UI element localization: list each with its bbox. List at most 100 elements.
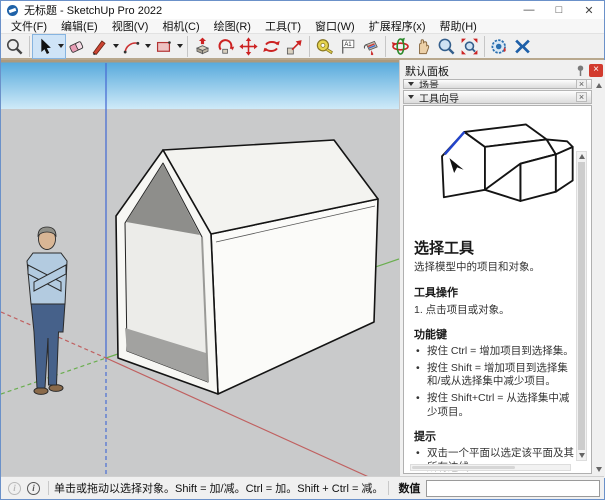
- search-icon: [5, 37, 24, 56]
- sketchup-logo-icon: [7, 5, 18, 16]
- rectangle-tool-dropdown[interactable]: [175, 35, 184, 58]
- instructor-horizontal-scrollbar[interactable]: [410, 464, 571, 471]
- menu-bar: 文件(F)编辑(E)视图(V)相机(C)绘图(R)工具(T)窗口(W)扩展程序(…: [1, 19, 604, 34]
- section-label: 工具向导: [419, 90, 459, 105]
- select-tool-button[interactable]: [33, 35, 65, 58]
- zoom-extents-icon: [460, 37, 479, 56]
- illus-right-wall: [520, 154, 555, 201]
- rotate-tool-button[interactable]: [260, 35, 283, 58]
- tips-heading: 提示: [414, 428, 575, 444]
- figure-left-foot: [34, 388, 48, 395]
- tray-section-scenes[interactable]: 场景 ×: [403, 79, 592, 89]
- push-pull-tool-button[interactable]: [191, 35, 214, 58]
- menu-item[interactable]: 文件(F): [5, 17, 53, 35]
- rectangle-tool-button[interactable]: [152, 35, 184, 58]
- tape-measure-tool-button[interactable]: [313, 35, 336, 58]
- follow-me-icon: [216, 37, 235, 56]
- select-arrow-icon: [35, 37, 54, 56]
- menu-item[interactable]: 视图(V): [106, 17, 155, 35]
- measurement-input[interactable]: [426, 480, 600, 497]
- pin-icon[interactable]: [575, 64, 586, 77]
- line-tool-button[interactable]: [88, 35, 120, 58]
- paint-bucket-tool-button[interactable]: [359, 35, 382, 58]
- figure-right-foot: [49, 385, 63, 392]
- orbit-icon: [391, 37, 410, 56]
- measurement-label: 数值: [398, 480, 420, 496]
- menu-item[interactable]: 扩展程序(x): [363, 17, 432, 35]
- scroll-up-icon[interactable]: [579, 154, 585, 159]
- section-label: 场景: [419, 79, 439, 89]
- instructor-illustration: [414, 114, 575, 235]
- menu-item[interactable]: 绘图(R): [208, 17, 257, 35]
- menu-item[interactable]: 工具(T): [259, 17, 307, 35]
- line-tool-dropdown[interactable]: [111, 35, 120, 58]
- pan-tool-button[interactable]: [412, 35, 435, 58]
- model-viewport[interactable]: [1, 60, 399, 478]
- default-tray-panel: 默认面板 × 场景 × 工具向导 ×: [399, 60, 605, 478]
- scrollbar-thumb[interactable]: [578, 162, 585, 450]
- text-icon: A1: [338, 37, 357, 56]
- toolbar-separator: [187, 36, 188, 57]
- menu-item[interactable]: 编辑(E): [55, 17, 104, 35]
- status-separator: [388, 481, 389, 495]
- tray-close-button[interactable]: ×: [589, 64, 603, 77]
- modifier-key-item: 按住 Shift = 增加项目到选择集和/或从选择集中减少项目。: [414, 362, 575, 389]
- trimble-connect-button[interactable]: [511, 35, 534, 58]
- toolbar-separator: [385, 36, 386, 57]
- sky: [1, 63, 399, 110]
- orbit-tool-button[interactable]: [389, 35, 412, 58]
- svg-text:A1: A1: [344, 42, 351, 48]
- tray-title-bar[interactable]: 默认面板 ×: [400, 60, 605, 79]
- toolbar-separator: [29, 36, 30, 57]
- operation-step: 1. 点击项目或对象。: [414, 302, 575, 317]
- status-bar: i i 单击或拖动以选择对象。Shift = 加/减。Ctrl = 加。Shif…: [1, 476, 604, 499]
- scale-icon: [285, 37, 304, 56]
- toolbar-separator: [309, 36, 310, 57]
- operation-heading: 工具操作: [414, 284, 575, 300]
- info-icon[interactable]: i: [27, 482, 40, 495]
- paint-bucket-icon: [361, 37, 380, 56]
- menu-item[interactable]: 相机(C): [156, 17, 205, 35]
- minimize-button[interactable]: —: [514, 1, 544, 19]
- select-tool-dropdown[interactable]: [56, 35, 65, 58]
- close-button[interactable]: ✕: [574, 1, 604, 19]
- maximize-button[interactable]: □: [544, 1, 574, 19]
- tray-scrollbar[interactable]: [593, 79, 605, 478]
- text-tool-button[interactable]: A1: [336, 35, 359, 58]
- viewport-top-edge: [1, 60, 399, 63]
- arc-tool-button[interactable]: [120, 35, 152, 58]
- pan-hand-icon: [414, 37, 433, 56]
- modifier-keys-list: 按住 Ctrl = 增加项目到选择集。按住 Shift = 增加项目到选择集和/…: [414, 345, 575, 419]
- globe-icon[interactable]: i: [8, 482, 21, 495]
- eraser-tool-button[interactable]: [65, 35, 88, 58]
- keys-heading: 功能键: [414, 326, 575, 342]
- section-close-icon[interactable]: ×: [576, 79, 587, 89]
- tray-scroll-down-icon[interactable]: [596, 467, 602, 472]
- menu-item[interactable]: 窗口(W): [309, 17, 361, 35]
- arc-icon: [122, 37, 141, 56]
- extension-manager-button[interactable]: [488, 35, 511, 58]
- main-area: 默认面板 × 场景 × 工具向导 ×: [1, 60, 604, 476]
- trimble-connect-icon: [513, 37, 532, 56]
- tray-scroll-up-icon[interactable]: [596, 83, 602, 88]
- follow-me-tool-button[interactable]: [214, 35, 237, 58]
- section-close-icon[interactable]: ×: [576, 92, 587, 102]
- tray-section-instructor[interactable]: 工具向导 ×: [403, 90, 592, 104]
- pencil-icon: [90, 37, 109, 56]
- window-title: 无标题 - SketchUp Pro 2022: [24, 2, 162, 18]
- modifier-key-item: 按住 Ctrl = 增加项目到选择集。: [414, 345, 575, 359]
- zoom-extents-button[interactable]: [458, 35, 481, 58]
- zoom-tool-button[interactable]: [435, 35, 458, 58]
- instructor-vertical-scrollbar[interactable]: [576, 151, 587, 461]
- scroll-down-icon[interactable]: [579, 453, 585, 458]
- eraser-icon: [67, 37, 86, 56]
- search-button[interactable]: [3, 35, 26, 58]
- rectangle-icon: [154, 37, 173, 56]
- scale-tool-button[interactable]: [283, 35, 306, 58]
- move-tool-button[interactable]: [237, 35, 260, 58]
- rotate-icon: [262, 37, 281, 56]
- arc-tool-dropdown[interactable]: [143, 35, 152, 58]
- toolbar: A1: [1, 34, 604, 60]
- menu-item[interactable]: 帮助(H): [434, 17, 483, 35]
- status-hint: 单击或拖动以选择对象。Shift = 加/减。Ctrl = 加。Shift + …: [54, 480, 383, 496]
